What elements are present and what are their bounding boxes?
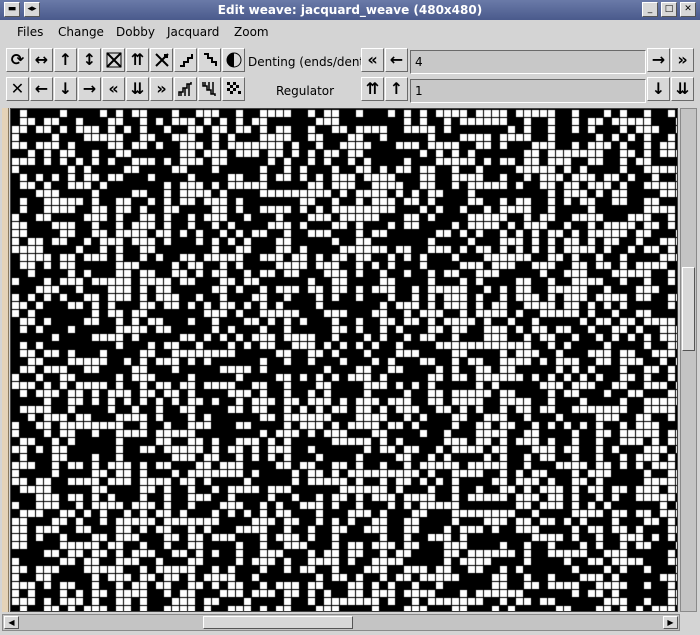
left-ruler xyxy=(2,108,9,612)
steps-up-button[interactable] xyxy=(174,77,197,101)
weave-grid[interactable] xyxy=(10,108,678,612)
double-down-icon: ⇊ xyxy=(675,79,690,98)
scroll-left-button[interactable]: ◀ xyxy=(4,616,19,629)
menu-bar: Files Change Dobby Jacquard Zoom xyxy=(0,20,700,44)
menu-dobby[interactable]: Dobby xyxy=(116,25,155,39)
twill-right-button[interactable] xyxy=(174,48,197,72)
rotate-icon: ⟳ xyxy=(10,50,25,69)
double-up-button[interactable]: ⇈ xyxy=(126,48,149,72)
scroll-right-button[interactable]: ▶ xyxy=(663,616,678,629)
checker-button[interactable] xyxy=(102,48,125,72)
maximize-button[interactable]: □ xyxy=(661,2,677,17)
denting-field[interactable]: 4 xyxy=(410,50,646,74)
double-right-icon: » xyxy=(677,50,688,69)
vertical-scrollbar[interactable] xyxy=(680,108,697,612)
clear-icon: ✕ xyxy=(10,79,25,98)
denting-fast-increase-button[interactable]: » xyxy=(671,48,694,72)
double-left-icon: « xyxy=(367,50,378,69)
shift-left-icon: ← xyxy=(34,79,49,98)
up-arrow-icon: ↑ xyxy=(389,79,404,98)
double-left-icon: « xyxy=(108,79,119,98)
half-fill-icon xyxy=(226,52,241,68)
minimize-icon: _ xyxy=(647,4,653,14)
horizontal-scrollbar[interactable]: ◀ ▶ xyxy=(2,614,680,631)
double-up-icon: ⇈ xyxy=(365,79,380,98)
right-arrow-icon: → xyxy=(651,50,666,69)
shift-right-icon: → xyxy=(82,79,97,98)
double-right-button[interactable]: » xyxy=(150,77,173,101)
denting-label: Denting (ends/dent) xyxy=(248,55,369,69)
maximize-icon: □ xyxy=(664,4,674,14)
double-right-icon: » xyxy=(156,79,167,98)
regulator-fast-decrease-button[interactable]: ⇊ xyxy=(671,77,694,101)
denting-fast-decrease-button[interactable]: « xyxy=(361,48,384,72)
random-button[interactable] xyxy=(222,77,245,101)
steps-down-icon xyxy=(201,82,216,96)
rotate-button[interactable]: ⟳ xyxy=(6,48,29,72)
toolbar-row-1: ⟳ ↔ ↑ ↕ ⇈ Denting (ends/dent) « ← 4 → » xyxy=(0,48,700,76)
menu-change[interactable]: Change xyxy=(58,25,104,39)
horizontal-scroll-thumb[interactable] xyxy=(203,616,353,629)
regulator-field[interactable]: 1 xyxy=(410,79,646,103)
menu-jacquard[interactable]: Jacquard xyxy=(167,25,219,39)
shift-down-icon: ↓ xyxy=(58,79,73,98)
half-fill-button[interactable] xyxy=(222,48,245,72)
regulator-fast-increase-button[interactable]: ⇈ xyxy=(361,77,384,101)
twill-left-button[interactable] xyxy=(198,48,221,72)
diagonal-button[interactable] xyxy=(150,48,173,72)
flip-horizontal-icon: ↔ xyxy=(34,50,49,69)
regulator-decrease-button[interactable]: ↓ xyxy=(647,77,670,101)
window-title: Edit weave: jacquard_weave (480x480) xyxy=(217,3,483,17)
twill-right-icon xyxy=(179,54,193,67)
denting-increase-button[interactable]: → xyxy=(647,48,670,72)
flip-vertical-button[interactable]: ↕ xyxy=(78,48,101,72)
denting-decrease-button[interactable]: ← xyxy=(385,48,408,72)
vertical-scroll-thumb[interactable] xyxy=(682,267,695,351)
steps-up-icon xyxy=(177,82,192,96)
toolbar-row-2: ✕ ← ↓ → « ⇊ » Regulator ⇈ ↑ 1 ↓ ⇊ xyxy=(0,77,700,105)
shift-up-button[interactable]: ↑ xyxy=(54,48,77,72)
steps-down-button[interactable] xyxy=(198,77,221,101)
shift-left-button[interactable]: ← xyxy=(30,77,53,101)
regulator-increase-button[interactable]: ↑ xyxy=(385,77,408,101)
left-arrow-icon: ← xyxy=(389,50,404,69)
close-icon: ✕ xyxy=(684,4,692,14)
diagonal-icon xyxy=(154,53,169,67)
clear-button[interactable]: ✕ xyxy=(6,77,29,101)
regulator-label: Regulator xyxy=(276,84,335,98)
title-bar[interactable]: ▬ ◂▸ Edit weave: jacquard_weave (480x480… xyxy=(0,0,700,21)
weave-editor-window: ▬ ◂▸ Edit weave: jacquard_weave (480x480… xyxy=(0,0,700,635)
shift-down-button[interactable]: ↓ xyxy=(54,77,77,101)
flip-horizontal-button[interactable]: ↔ xyxy=(30,48,53,72)
checker-icon xyxy=(105,52,122,68)
double-left-button[interactable]: « xyxy=(102,77,125,101)
double-down-button[interactable]: ⇊ xyxy=(126,77,149,101)
double-down-icon: ⇊ xyxy=(130,79,145,98)
scroll-left-icon: ◀ xyxy=(8,618,15,627)
down-arrow-icon: ↓ xyxy=(651,79,666,98)
menu-zoom[interactable]: Zoom xyxy=(234,25,269,39)
close-button[interactable]: ✕ xyxy=(680,2,696,17)
weave-canvas[interactable] xyxy=(11,109,677,611)
twill-left-icon xyxy=(203,53,217,66)
double-up-icon: ⇈ xyxy=(130,50,145,69)
minimize-button[interactable]: _ xyxy=(642,2,658,17)
scroll-right-icon: ▶ xyxy=(667,618,674,627)
shift-up-icon: ↑ xyxy=(58,50,73,69)
menu-files[interactable]: Files xyxy=(17,25,43,39)
flip-vertical-icon: ↕ xyxy=(82,50,97,69)
random-icon xyxy=(226,82,241,94)
shift-right-button[interactable]: → xyxy=(78,77,101,101)
